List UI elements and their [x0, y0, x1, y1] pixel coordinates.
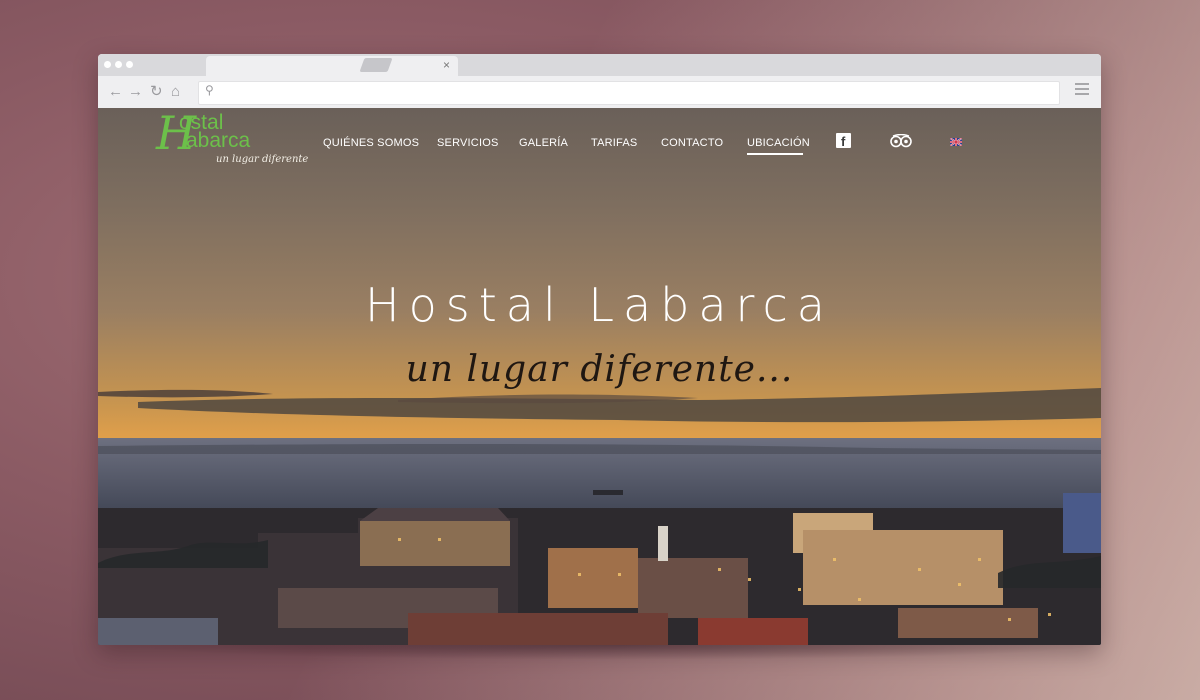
window-maximize-dot[interactable]	[126, 61, 133, 68]
browser-tab[interactable]: ×	[206, 56, 458, 76]
facebook-glyph: f	[841, 134, 846, 149]
hero-cityscape	[98, 438, 1101, 645]
hero-subtitle: un lugar diferente...	[405, 349, 794, 390]
hero-title: Hostal Labarca	[365, 278, 834, 332]
new-tab-button[interactable]	[359, 58, 393, 72]
nav-item-quienes-somos[interactable]: QUIÉNES SOMOS	[323, 137, 419, 149]
address-bar[interactable]: ⚲	[198, 81, 1060, 105]
browser-titlebar: ×	[98, 54, 1101, 76]
reload-icon[interactable]: ↻	[150, 82, 163, 102]
home-icon[interactable]: ⌂	[171, 82, 180, 102]
window-minimize-dot[interactable]	[115, 61, 122, 68]
main-navigation: QUIÉNES SOMOS SERVICIOS GALERÍA TARIFAS …	[98, 108, 1101, 168]
back-icon[interactable]: ←	[108, 82, 123, 102]
nav-item-ubicacion[interactable]: UBICACIÓN	[747, 137, 810, 149]
forward-icon[interactable]: →	[128, 82, 143, 102]
tripadvisor-icon[interactable]	[889, 134, 913, 148]
nav-item-tarifas[interactable]: TARIFAS	[591, 137, 637, 149]
nav-item-galeria[interactable]: GALERÍA	[519, 137, 568, 149]
active-nav-underline	[747, 153, 803, 155]
nav-item-servicios[interactable]: SERVICIOS	[437, 137, 499, 149]
nav-item-contacto[interactable]: CONTACTO	[661, 137, 723, 149]
tab-close-icon[interactable]: ×	[443, 58, 450, 72]
browser-window: × ← → ↻ ⌂ ⚲ H ostal abarca un lugar dife…	[98, 54, 1101, 645]
website-hero: H ostal abarca un lugar diferente QUIÉNE…	[98, 108, 1101, 645]
hamburger-menu-icon[interactable]	[1075, 83, 1089, 98]
window-close-dot[interactable]	[104, 61, 111, 68]
search-icon: ⚲	[205, 83, 214, 97]
browser-toolbar: ← → ↻ ⌂ ⚲	[98, 76, 1101, 109]
uk-flag-icon[interactable]	[950, 138, 962, 146]
facebook-icon[interactable]: f	[836, 133, 851, 149]
